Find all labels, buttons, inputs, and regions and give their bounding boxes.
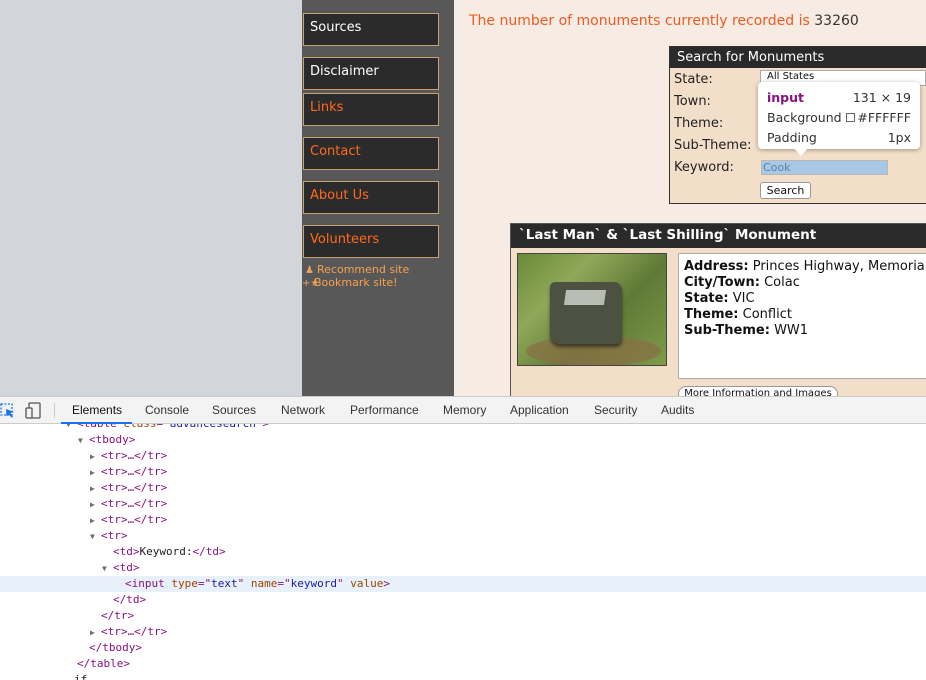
search-button[interactable]: Search	[760, 182, 811, 199]
town-label: Town:	[674, 94, 711, 109]
keyword-label: Keyword:	[674, 160, 734, 175]
expanded-arrow-icon: ▼	[90, 532, 95, 541]
theme-detail-value: Conflict	[742, 307, 792, 322]
dom-node-tr-collapsed[interactable]: ▶ <tr>…</tr>	[90, 624, 167, 640]
tab-performance[interactable]: Performance	[350, 403, 419, 417]
monument-photo[interactable]	[517, 253, 667, 366]
state-label: State:	[674, 72, 713, 87]
inspect-tooltip: input 131 × 19 Background #FFFFFF Paddin…	[758, 82, 920, 149]
nav-volunteers[interactable]: Volunteers	[303, 225, 439, 258]
dom-node-close-table[interactable]: </table>	[77, 656, 130, 672]
search-panel-title: Search for Monuments	[670, 47, 926, 68]
address-value: Princes Highway, Memorial	[752, 259, 926, 274]
expanded-arrow-icon: ▼	[66, 424, 71, 429]
dom-node-td[interactable]: ▼ <td>	[102, 560, 140, 576]
collapsed-arrow-icon: ▶	[90, 500, 95, 509]
city-label: City/Town:	[684, 275, 760, 290]
dom-tree: ▼<table class="advancesearch"> ▼<tbody> …	[0, 424, 926, 680]
device-toolbar-icon[interactable]	[25, 402, 41, 419]
inspect-element-icon[interactable]	[0, 403, 14, 418]
star-plus-icon: +★	[302, 278, 320, 289]
count-value: 33260	[814, 13, 859, 29]
tab-application[interactable]: Application	[510, 403, 569, 417]
tab-audits[interactable]: Audits	[661, 403, 694, 417]
collapsed-arrow-icon: ▶	[90, 516, 95, 525]
address-label: Address:	[684, 259, 749, 274]
tab-network[interactable]: Network	[281, 403, 325, 417]
city-value: Colac	[764, 275, 800, 290]
dom-node-input-selected[interactable]: <input type="text" name="keyword" value>	[0, 576, 926, 592]
state-detail-label: State:	[684, 291, 729, 306]
tooltip-arrow	[794, 148, 808, 156]
tab-sources[interactable]: Sources	[212, 403, 256, 417]
nav-disclaimer[interactable]: Disclaimer	[303, 57, 439, 90]
state-detail-value: VIC	[732, 291, 755, 306]
tooltip-padding-value: 1px	[887, 129, 911, 145]
nav-about-us[interactable]: About Us	[303, 181, 439, 214]
theme-detail-label: Theme:	[684, 307, 739, 322]
count-text: The number of monuments currently record…	[469, 13, 810, 29]
dom-node-tr[interactable]: ▼ <tr>	[90, 528, 128, 544]
nav-links[interactable]: Links	[303, 93, 439, 126]
dom-node-close-tbody[interactable]: </tbody>	[89, 640, 142, 656]
toolbar-separator	[54, 403, 55, 418]
bookmark-site-link[interactable]: +★Bookmark site!	[302, 276, 398, 289]
bookmark-site-label: Bookmark site!	[314, 276, 398, 289]
dom-node-table[interactable]: ▼<table class="advancesearch">	[66, 424, 269, 432]
collapsed-arrow-icon: ▶	[90, 628, 95, 637]
dom-node-td-label[interactable]: <td>Keyword:</td>	[113, 544, 226, 560]
tab-security[interactable]: Security	[594, 403, 637, 417]
nav-contact[interactable]: Contact	[303, 137, 439, 170]
keyword-input[interactable]: Cook	[761, 160, 888, 175]
devtools-icons	[0, 402, 41, 419]
dom-node-tr-collapsed[interactable]: ▶ <tr>…</tr>	[90, 464, 167, 480]
person-icon: ♟	[305, 265, 314, 276]
monument-count: The number of monuments currently record…	[469, 13, 859, 29]
devtools-toolbar: Elements Console Sources Network Perform…	[0, 397, 926, 424]
tooltip-background-value: #FFFFFF	[857, 109, 911, 125]
recommend-site-label: Recommend site	[317, 263, 410, 276]
tooltip-background-label: Background	[767, 109, 842, 125]
subtheme-detail-label: Sub-Theme:	[684, 323, 770, 338]
subtheme-label: Sub-Theme:	[674, 138, 752, 153]
devtools-panel: Elements Console Sources Network Perform…	[0, 396, 926, 680]
collapsed-arrow-icon: ▶	[90, 484, 95, 493]
dom-node-tr-collapsed[interactable]: ▶ <tr>…</tr>	[90, 512, 167, 528]
tab-memory[interactable]: Memory	[443, 403, 486, 417]
nav-sources[interactable]: Sources	[303, 13, 439, 46]
recommend-site-link[interactable]: ♟ Recommend site	[305, 263, 409, 276]
dom-node-close-tr[interactable]: </tr>	[101, 608, 134, 624]
monument-details: Address: Princes Highway, Memorial City/…	[678, 253, 926, 379]
expanded-arrow-icon: ▼	[78, 436, 83, 445]
tooltip-padding-label: Padding	[767, 129, 817, 145]
dom-node-tr-collapsed[interactable]: ▶ <tr>…</tr>	[90, 496, 167, 512]
expanded-arrow-icon: ▼	[102, 564, 107, 573]
dom-node-close-td[interactable]: </td>	[113, 592, 146, 608]
tooltip-dimensions: 131 × 19	[852, 89, 911, 105]
collapsed-arrow-icon: ▶	[90, 452, 95, 461]
theme-label: Theme:	[674, 116, 724, 131]
dom-node-tbody[interactable]: ▼ <tbody>	[78, 432, 135, 448]
tab-elements[interactable]: Elements	[72, 403, 122, 417]
dom-node-tr-collapsed[interactable]: ▶ <tr>…</tr>	[90, 480, 167, 496]
collapsed-arrow-icon: ▶	[90, 468, 95, 477]
subtheme-detail-value: WW1	[774, 323, 809, 338]
monument-title[interactable]: `Last Man` & `Last Shilling` Monument	[511, 224, 926, 248]
tab-console[interactable]: Console	[145, 403, 189, 417]
color-swatch-icon	[846, 112, 856, 122]
tooltip-tag: input	[767, 89, 805, 105]
dom-node-tr-collapsed[interactable]: ▶ <tr>…</tr>	[90, 448, 167, 464]
